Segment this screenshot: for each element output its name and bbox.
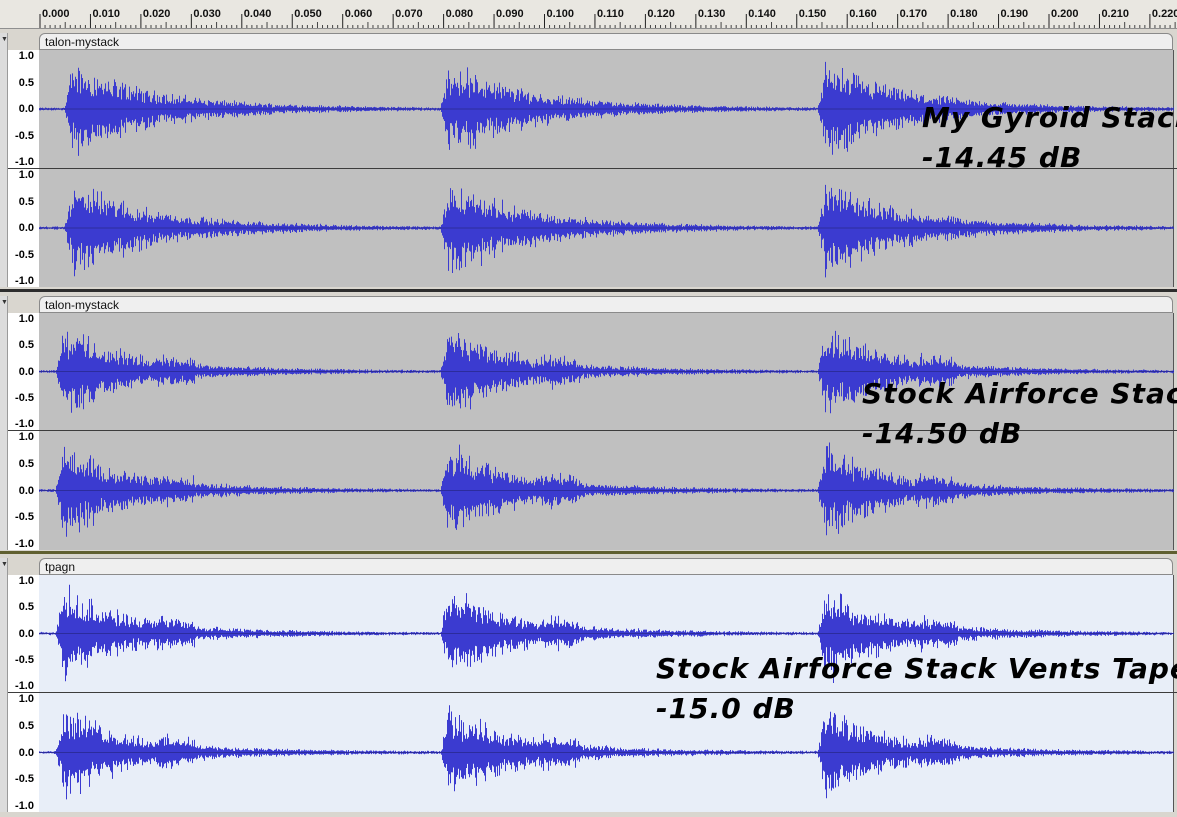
amplitude-tick-label: -1.0 [15, 275, 34, 287]
annotation-db: -14.50 dB [862, 417, 1023, 450]
amplitude-tick-label: 0.5 [18, 339, 34, 352]
amplitude-scale-right: 1.0 0.5 0.0 -0.5 -1.0 [8, 693, 40, 812]
amplitude-tick-label: -1.0 [15, 418, 34, 430]
annotation-db: -15.0 dB [656, 692, 796, 725]
amplitude-tick-label: -0.5 [15, 773, 34, 786]
ruler-tick-label: 0.200 [1051, 8, 1079, 20]
track-name: tpagn [45, 560, 76, 574]
amplitude-tick-label: 1.0 [18, 431, 34, 443]
ruler-ticks: 0.000 0.010 0.020 0.030 0.040 0.050 0.060 0.070… [39, 8, 1177, 28]
amplitude-tick-label: -0.5 [15, 129, 34, 142]
track-divider[interactable] [0, 551, 1177, 554]
amplitude-tick-label: 0.0 [18, 222, 34, 234]
amplitude-scale-left: 1.0 0.5 0.0 -0.5 -1.0 [8, 50, 40, 168]
amplitude-tick-label: -1.0 [15, 680, 34, 692]
annotation-db: -14.45 dB [922, 141, 1083, 174]
amplitude-tick-label: 0.5 [18, 195, 34, 208]
ruler-tick-label: 0.100 [547, 8, 575, 20]
amplitude-tick-label: -1.0 [15, 156, 34, 168]
amplitude-tick-label: -0.5 [15, 511, 34, 524]
amplitude-tick-label: 0.5 [18, 457, 34, 470]
amplitude-tick-label: 1.0 [18, 575, 34, 587]
amplitude-tick-label: -0.5 [15, 248, 34, 261]
amplitude-tick-label: 1.0 [18, 169, 34, 181]
annotation-title: Stock Airforce Stack [862, 377, 1177, 410]
annotation-title: My Gyroid Stack [922, 101, 1177, 134]
annotation-track-1: My Gyroid Stack -14.45 dB [922, 98, 1177, 178]
waveform-svg [39, 184, 1174, 278]
amplitude-tick-label: 0.0 [18, 484, 34, 497]
ruler-tick-label: 0.180 [950, 8, 978, 20]
annotation-track-2: Stock Airforce Stack -14.50 dB [862, 374, 1177, 454]
amplitude-scale-right: 1.0 0.5 0.0 -0.5 -1.0 [8, 431, 40, 550]
ruler-tick-label: 0.190 [1001, 8, 1029, 20]
track-control-panel[interactable]: ▼ [0, 558, 8, 812]
track-menu-arrow-icon[interactable]: ▼ [1, 36, 8, 43]
ruler-tick-label: 0.130 [698, 8, 726, 20]
amplitude-tick-label: 0.0 [18, 365, 34, 378]
track-name: talon-mystack [45, 35, 120, 49]
waveform-trace [39, 184, 1174, 278]
ruler-tick-label: 0.030 [193, 8, 221, 20]
amplitude-tick-label: 1.0 [18, 50, 34, 62]
track-name-tab[interactable]: tpagn [39, 558, 1173, 575]
track-divider[interactable] [0, 289, 1177, 292]
ruler-tick-label: 0.110 [597, 8, 624, 20]
amplitude-tick-label: 1.0 [18, 693, 34, 705]
time-ruler[interactable]: 0.000 0.010 0.020 0.030 0.040 0.050 0.060 0.070… [0, 0, 1177, 29]
track-name-tab[interactable]: talon-mystack [39, 296, 1173, 313]
amplitude-scale-left: 1.0 0.5 0.0 -0.5 -1.0 [8, 313, 40, 430]
amplitude-tick-label: 0.0 [18, 103, 34, 115]
amplitude-tick-label: 0.5 [18, 76, 34, 89]
ruler-tick-label: 0.210 [1101, 8, 1129, 20]
amplitude-tick-label: 0.0 [18, 627, 34, 640]
track-menu-arrow-icon[interactable]: ▼ [1, 561, 8, 568]
ruler-tick-label: 0.140 [748, 8, 776, 20]
amplitude-tick-label: -1.0 [15, 538, 34, 550]
ruler-tick-label: 0.050 [294, 8, 322, 20]
ruler-tick-label: 0.060 [345, 8, 373, 20]
ruler-tick-label: 0.150 [799, 8, 827, 20]
track-name: talon-mystack [45, 298, 120, 312]
amplitude-tick-label: -0.5 [15, 653, 34, 666]
ruler-tick-label: 0.000 [42, 8, 70, 20]
ruler-tick-label: 0.020 [143, 8, 171, 20]
ruler-tick-label: 0.220 [1152, 8, 1177, 20]
amplitude-scale-left: 1.0 0.5 0.0 -0.5 -1.0 [8, 575, 40, 692]
ruler-tick-label: 0.080 [446, 8, 474, 20]
ruler-tick-label: 0.160 [849, 8, 877, 20]
ruler-tick-label: 0.070 [395, 8, 423, 20]
amplitude-tick-label: 0.0 [18, 746, 34, 759]
waveform-channel-right[interactable] [39, 169, 1174, 287]
ruler-tick-label: 0.120 [647, 8, 675, 20]
track-name-tab[interactable]: talon-mystack [39, 33, 1173, 50]
amplitude-tick-label: -0.5 [15, 391, 34, 404]
amplitude-tick-label: 0.5 [18, 719, 34, 732]
amplitude-tick-label: -1.0 [15, 800, 34, 812]
track-control-panel[interactable]: ▼ [0, 296, 8, 550]
amplitude-tick-label: 1.0 [18, 313, 34, 325]
amplitude-scale-right: 1.0 0.5 0.0 -0.5 -1.0 [8, 169, 40, 287]
ruler-tick-label: 0.090 [496, 8, 524, 20]
ruler-tick-label: 0.040 [244, 8, 272, 20]
ruler-tick-label: 0.170 [900, 8, 928, 20]
amplitude-tick-label: 0.5 [18, 601, 34, 614]
waveform-trace [39, 442, 1174, 537]
annotation-title: Stock Airforce Stack Vents Taped [656, 652, 1177, 685]
track-control-panel[interactable]: ▼ [0, 33, 8, 287]
annotation-track-3: Stock Airforce Stack Vents Taped -15.0 d… [656, 649, 1177, 729]
ruler-tick-label: 0.010 [92, 8, 120, 20]
track-menu-arrow-icon[interactable]: ▼ [1, 299, 8, 306]
